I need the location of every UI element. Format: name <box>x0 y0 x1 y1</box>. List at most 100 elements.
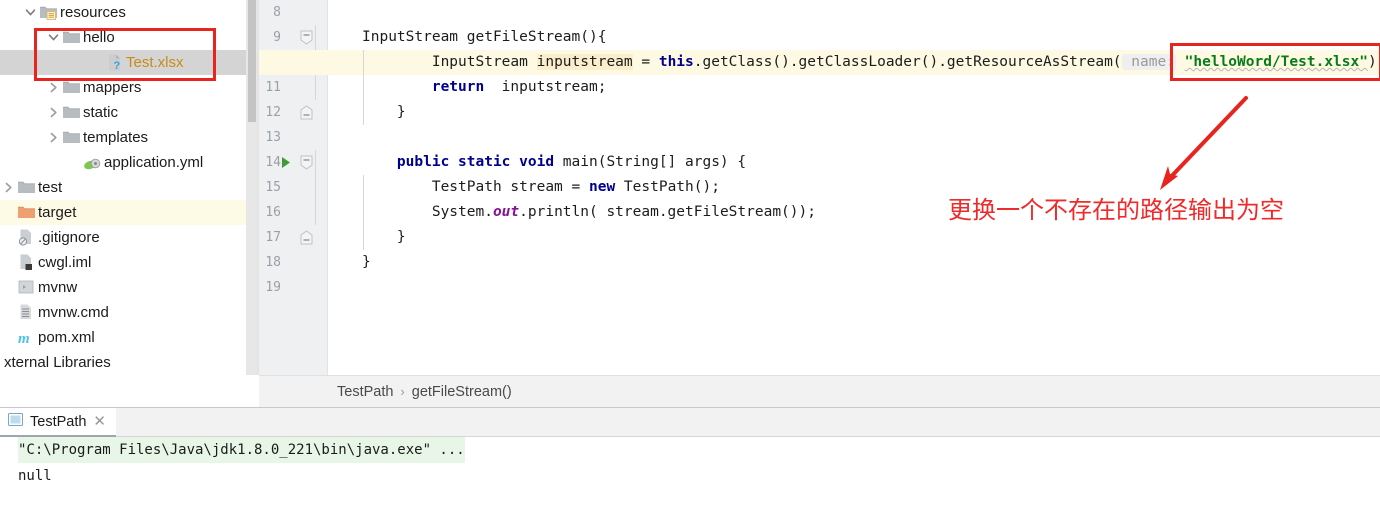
code-token-type: InputStream <box>362 29 458 45</box>
cmd-file-icon <box>16 300 36 325</box>
tree-item-label: target <box>36 204 76 221</box>
svg-text:m: m <box>18 331 30 347</box>
tree-item-label: mvnw.cmd <box>36 304 109 321</box>
console-output[interactable]: "C:\Program Files\Java\jdk1.8.0_221\bin\… <box>0 437 1380 511</box>
folder-icon <box>61 100 81 125</box>
project-scrollbar-thumb[interactable] <box>248 0 256 122</box>
gitignore-file-icon <box>16 225 36 250</box>
line-number: 9 <box>259 25 281 50</box>
code-token-this: this <box>659 54 694 70</box>
folder-icon <box>16 175 36 200</box>
breadcrumb-method[interactable]: getFileStream() <box>412 384 512 400</box>
line-number: 16 <box>259 200 281 225</box>
chevron-right-icon[interactable] <box>0 175 16 200</box>
console-tab-label: TestPath <box>30 414 86 430</box>
code-fold-toggle[interactable] <box>297 25 315 50</box>
code-token-chain: .getClass().getClassLoader().getResource… <box>694 54 1122 70</box>
red-highlight-box-string <box>1170 43 1380 81</box>
tree-item-label: mappers <box>81 79 141 96</box>
twisty-spacer <box>0 250 16 275</box>
code-token-brace: } <box>362 229 406 245</box>
tree-item-mvnw[interactable]: mvnw <box>0 275 246 300</box>
chinese-annotation-text: 更换一个不存在的路径输出为空 <box>948 190 1284 225</box>
tree-item-label: test <box>36 179 62 196</box>
twisty-spacer <box>0 200 16 225</box>
twisty-spacer <box>0 225 16 250</box>
ide-window: resourceshello?Test.xlsxmappersstatictem… <box>0 0 1380 511</box>
tree-item-pom-xml[interactable]: m pom.xml <box>0 325 246 350</box>
tree-item-target[interactable]: target <box>0 200 246 225</box>
code-token-static-field: out <box>493 204 519 220</box>
twisty-spacer <box>0 325 16 350</box>
breadcrumb[interactable]: TestPath › getFileStream() <box>259 375 1380 407</box>
code-token-modifiers: public static void <box>362 154 563 170</box>
tree-item-gitignore[interactable]: .gitignore <box>0 225 246 250</box>
code-token-type: InputStream <box>362 54 537 70</box>
tree-item-label: mvnw <box>36 279 77 296</box>
tree-item-test[interactable]: test <box>0 175 246 200</box>
code-token-variable: inputstream <box>537 54 633 70</box>
run-console-panel: TestPath ✕ "C:\Program Files\Java\jdk1.8… <box>0 407 1380 511</box>
line-number: 17 <box>259 225 281 250</box>
line-number: 13 <box>259 125 281 150</box>
code-fold-toggle[interactable] <box>297 100 315 125</box>
folder-icon <box>61 125 81 150</box>
code-token-return: return <box>362 79 484 95</box>
chevron-right-icon: › <box>400 384 404 399</box>
code-token-new: new <box>589 179 615 195</box>
code-line[interactable]: } <box>328 250 1380 275</box>
code-token-signature: main(String[] args) { <box>563 154 746 170</box>
line-number: 8 <box>259 0 281 25</box>
close-icon[interactable]: ✕ <box>93 414 106 429</box>
console-tab-bar: TestPath ✕ <box>0 408 1380 437</box>
chevron-right-icon[interactable] <box>45 125 61 150</box>
red-annotation-arrow <box>1130 90 1260 200</box>
twisty-spacer <box>66 150 82 175</box>
tree-item-label: application.yml <box>102 154 203 171</box>
line-number: 14 <box>259 150 281 175</box>
chevron-right-icon[interactable] <box>45 100 61 125</box>
breadcrumb-left-filler <box>0 375 259 407</box>
red-highlight-box-tree <box>34 28 216 81</box>
yml-file-icon <box>82 150 102 175</box>
twisty-spacer <box>0 275 16 300</box>
code-line[interactable]: } <box>328 225 1380 250</box>
run-method-icon[interactable] <box>279 150 293 175</box>
breadcrumb-class[interactable]: TestPath <box>337 384 393 400</box>
tree-item-external-libraries[interactable]: xternal Libraries <box>0 350 246 375</box>
tree-item-application-yml[interactable]: application.yml <box>0 150 246 175</box>
script-file-icon <box>16 275 36 300</box>
tree-item-label: pom.xml <box>36 329 95 346</box>
code-fold-toggle[interactable] <box>297 225 315 250</box>
code-indent-guide <box>363 175 364 250</box>
line-number: 15 <box>259 175 281 200</box>
line-number: 11 <box>259 75 281 100</box>
target-folder-icon <box>16 200 36 225</box>
console-line-result: null <box>18 463 52 489</box>
line-number: 12 <box>259 100 281 125</box>
tree-item-resources[interactable]: resources <box>0 0 246 25</box>
line-number: 19 <box>259 275 281 300</box>
code-fold-toggle[interactable] <box>297 150 315 175</box>
tree-item-templates[interactable]: templates <box>0 125 246 150</box>
tree-item-cwgl-iml[interactable]: cwgl.iml <box>0 250 246 275</box>
console-window-icon <box>8 412 23 431</box>
tree-item-label: cwgl.iml <box>36 254 91 271</box>
tree-item-label: static <box>81 104 118 121</box>
twisty-spacer <box>0 300 16 325</box>
parameter-hint: name: <box>1122 54 1176 70</box>
code-indent-guide <box>363 50 364 125</box>
line-number: 18 <box>259 250 281 275</box>
tree-item-label: .gitignore <box>36 229 100 246</box>
chevron-down-icon[interactable] <box>22 0 38 25</box>
tree-item-label: resources <box>58 4 126 21</box>
iml-file-icon <box>16 250 36 275</box>
tree-item-label: templates <box>81 129 148 146</box>
tree-item-static[interactable]: static <box>0 100 246 125</box>
console-tab-testpath[interactable]: TestPath ✕ <box>0 408 116 437</box>
code-token-brace: } <box>362 254 371 270</box>
tree-item-mvnw-cmd[interactable]: mvnw.cmd <box>0 300 246 325</box>
code-token-method: getFileStream(){ <box>458 29 606 45</box>
tree-item-label: xternal Libraries <box>2 354 111 371</box>
resources-folder-icon <box>38 0 58 25</box>
